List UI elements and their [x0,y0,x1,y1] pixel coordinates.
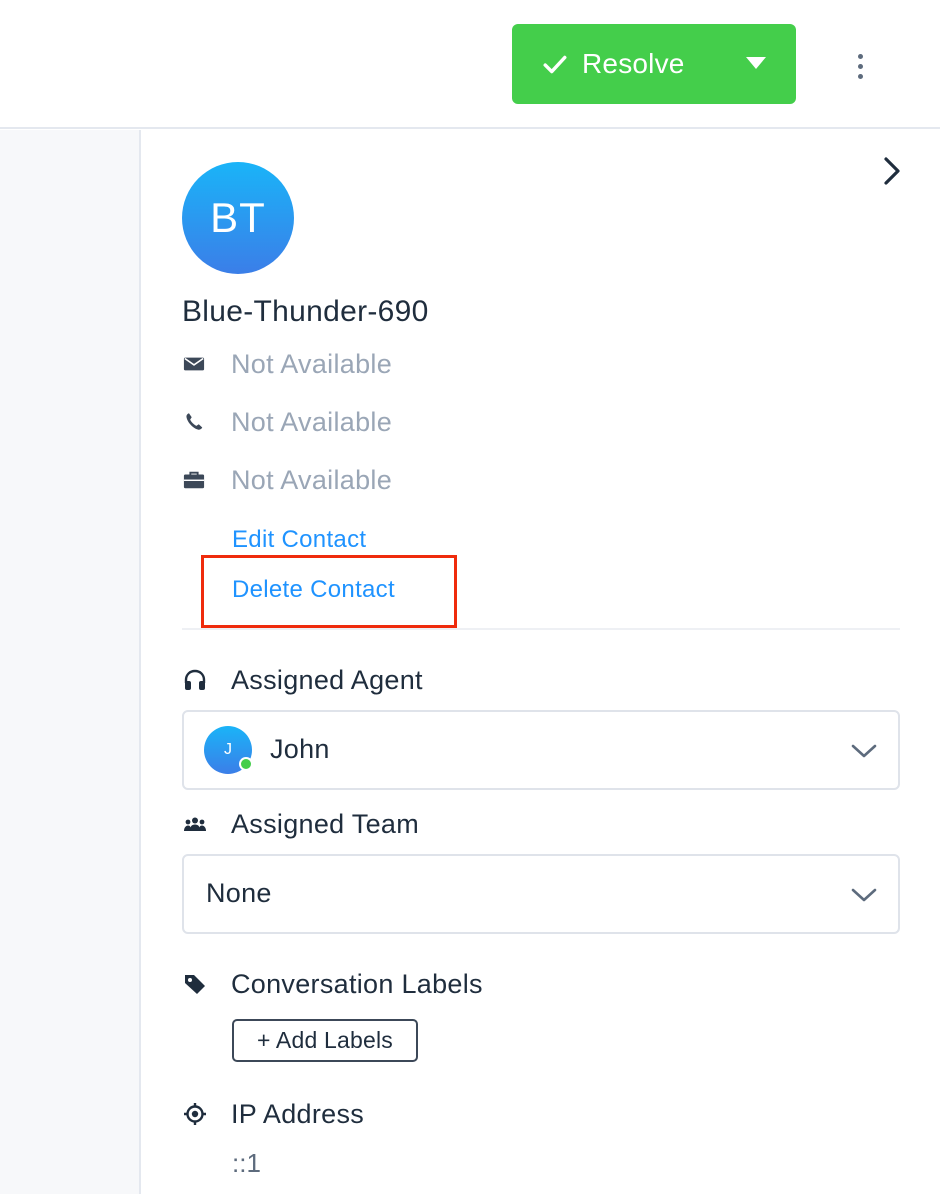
conversation-area [0,130,141,1194]
collapse-panel-button[interactable] [878,154,906,188]
assigned-agent-value: John [270,734,330,764]
contact-avatar: BT [182,162,294,274]
contact-company-row: Not Available [182,462,392,498]
highlight-box [201,555,457,628]
assigned-team-select[interactable]: None [182,854,900,934]
briefcase-icon [182,468,206,492]
headset-icon [182,667,208,693]
assigned-agent-label: Assigned Agent [231,664,423,695]
more-options-button[interactable] [846,46,874,86]
edit-contact-link[interactable]: Edit Contact [232,526,366,554]
assigned-team-value: None [206,878,272,908]
caret-down-icon[interactable] [746,57,766,69]
contact-email: Not Available [231,348,393,379]
chevron-down-icon [850,883,878,907]
resolve-button-group: Resolve [512,24,796,104]
check-icon [543,55,567,74]
assigned-agent-heading: Assigned Agent [182,662,423,698]
phone-icon [182,410,206,434]
contact-phone: Not Available [231,406,393,437]
assigned-team-label: Assigned Team [231,808,420,839]
ip-address-value: ::1 [232,1148,261,1178]
add-labels-button[interactable]: + Add Labels [232,1019,418,1062]
contact-name: Blue-Thunder-690 [182,295,429,328]
resolve-button-label: Resolve [582,48,685,79]
ip-address-label: IP Address [231,1098,365,1129]
conversation-header: Resolve [0,0,940,129]
online-status-dot [239,757,253,771]
mail-icon [182,352,206,376]
ip-address-heading: IP Address [182,1096,364,1132]
tag-icon [182,971,208,997]
contact-email-row: Not Available [182,346,392,382]
chevron-right-icon [884,157,900,185]
more-vertical-icon [857,53,863,59]
contact-company: Not Available [231,464,393,495]
resolve-button[interactable]: Resolve [512,24,685,104]
divider [182,628,900,630]
chevron-down-icon [850,739,878,763]
assigned-agent-select[interactable]: J John [182,710,900,790]
contact-phone-row: Not Available [182,404,392,440]
people-icon [182,811,208,837]
conversation-labels-heading: Conversation Labels [182,966,483,1002]
location-target-icon [182,1101,208,1127]
assigned-team-heading: Assigned Team [182,806,419,842]
conversation-labels-label: Conversation Labels [231,968,483,999]
